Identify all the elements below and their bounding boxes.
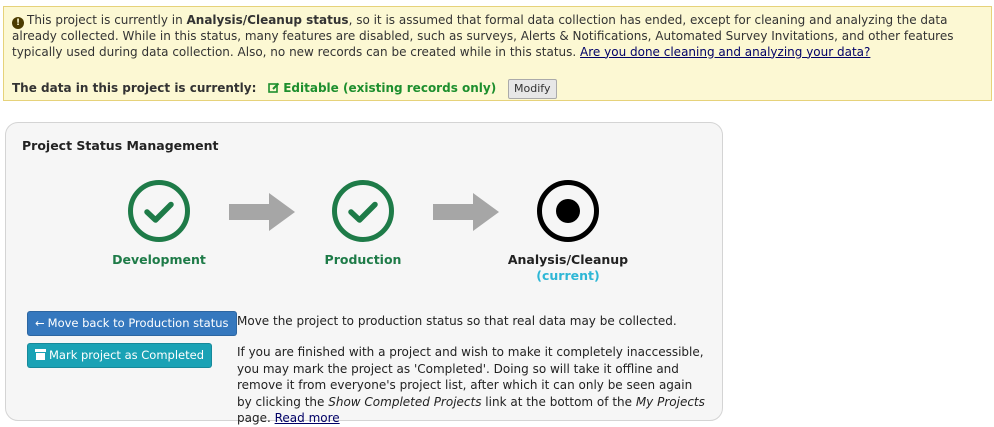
data-status-line: The data in this project is currently: E… — [12, 78, 557, 99]
exclamation-circle-icon: ! — [12, 17, 24, 29]
desc-italic-2: My Projects — [635, 394, 705, 409]
stage-name: Analysis/Cleanup — [507, 252, 629, 267]
move-back-description: Move the project to production status so… — [237, 314, 677, 328]
modify-button[interactable]: Modify — [508, 79, 557, 99]
desc-part-2: link at the bottom of the — [481, 394, 636, 409]
check-circle-icon — [332, 180, 394, 242]
edit-icon — [268, 82, 280, 93]
stage-name: Development — [112, 252, 206, 267]
read-more-link[interactable]: Read more — [275, 411, 340, 425]
project-status-panel: Project Status Management Development Pr… — [5, 122, 723, 425]
desc-part-3: page. — [237, 411, 275, 425]
notice-status-name: Analysis/Cleanup status — [186, 13, 349, 27]
notice-text-prefix: This project is currently in — [27, 13, 187, 27]
check-circle-icon — [128, 180, 190, 242]
data-status-value: Editable (existing records only) — [268, 81, 496, 95]
status-notice-banner: ! This project is currently in Analysis/C… — [3, 6, 992, 101]
radio-dot-icon — [537, 180, 599, 242]
desc-italic-1: Show Completed Projects — [328, 394, 482, 409]
stage-development: Development — [79, 178, 239, 267]
current-tag: (current) — [536, 268, 600, 283]
mark-completed-description: If you are finished with a project and w… — [237, 344, 707, 427]
data-status-value-text: Editable (existing records only) — [283, 81, 497, 95]
stage-name: Production — [324, 252, 402, 267]
move-back-button-label: Move back to Production status — [47, 316, 229, 330]
stage-analysis-cleanup: Analysis/Cleanup (current) — [488, 178, 648, 283]
archive-icon — [35, 348, 46, 362]
panel-title: Project Status Management — [22, 138, 219, 153]
mark-completed-button-label: Mark project as Completed — [49, 348, 204, 362]
done-cleaning-link[interactable]: Are you done cleaning and analyzing your… — [580, 45, 870, 59]
arrow-left-icon: ← — [35, 316, 45, 330]
data-status-label: The data in this project is currently: — [12, 81, 257, 95]
stage-production: Production — [283, 178, 443, 267]
mark-completed-button[interactable]: Mark project as Completed — [27, 343, 212, 368]
move-back-to-production-button[interactable]: ← Move back to Production status — [27, 311, 237, 336]
